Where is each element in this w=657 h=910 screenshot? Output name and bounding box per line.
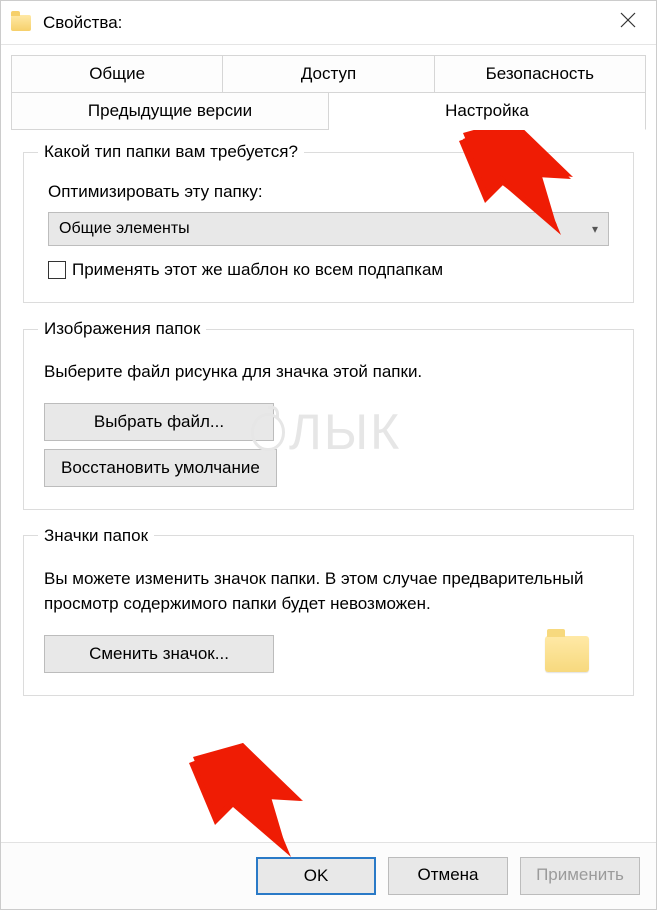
- folder-icon: [11, 15, 31, 31]
- folder-preview-icon: [545, 636, 589, 672]
- close-icon: [620, 12, 636, 28]
- tab-previous-versions[interactable]: Предыдущие версии: [11, 93, 329, 130]
- group-folder-type-legend: Какой тип папки вам требуется?: [38, 142, 304, 162]
- apply-subfolders-label: Применять этот же шаблон ко всем подпапк…: [72, 260, 443, 280]
- folder-images-desc: Выберите файл рисунка для значка этой па…: [44, 359, 613, 385]
- titlebar: Свойства:: [1, 1, 656, 45]
- group-folder-icons: Значки папок Вы можете изменить значок п…: [23, 526, 634, 696]
- optimize-dropdown-value: Общие элементы: [59, 220, 190, 238]
- tab-security[interactable]: Безопасность: [435, 55, 646, 93]
- group-folder-type: Какой тип папки вам требуется? Оптимизир…: [23, 142, 634, 303]
- cancel-button[interactable]: Отмена: [388, 857, 508, 895]
- group-folder-images-legend: Изображения папок: [38, 319, 206, 339]
- tabs: Общие Доступ Безопасность Предыдущие вер…: [1, 45, 656, 130]
- ok-button[interactable]: OK: [256, 857, 376, 895]
- tab-sharing[interactable]: Доступ: [223, 55, 434, 93]
- group-folder-icons-legend: Значки папок: [38, 526, 154, 546]
- restore-default-button[interactable]: Восстановить умолчание: [44, 449, 277, 487]
- optimize-label: Оптимизировать эту папку:: [48, 182, 619, 202]
- apply-subfolders-checkbox[interactable]: Применять этот же шаблон ко всем подпапк…: [48, 260, 619, 280]
- tab-general[interactable]: Общие: [11, 55, 223, 93]
- checkbox-box: [48, 261, 66, 279]
- change-icon-button[interactable]: Сменить значок...: [44, 635, 274, 673]
- group-folder-images: Изображения папок Выберите файл рисунка …: [23, 319, 634, 510]
- tab-customize[interactable]: Настройка: [329, 93, 646, 130]
- properties-dialog: Свойства: Общие Доступ Безопасность Пред…: [0, 0, 657, 910]
- chevron-down-icon: ▾: [592, 222, 598, 236]
- dialog-buttons: OK Отмена Применить: [1, 842, 656, 909]
- optimize-dropdown[interactable]: Общие элементы ▾: [48, 212, 609, 246]
- window-title: Свойства:: [43, 13, 610, 33]
- choose-file-button[interactable]: Выбрать файл...: [44, 403, 274, 441]
- close-button[interactable]: [610, 7, 646, 38]
- folder-icons-desc: Вы можете изменить значок папки. В этом …: [44, 566, 613, 617]
- tab-content: Какой тип папки вам требуется? Оптимизир…: [1, 130, 656, 842]
- apply-button[interactable]: Применить: [520, 857, 640, 895]
